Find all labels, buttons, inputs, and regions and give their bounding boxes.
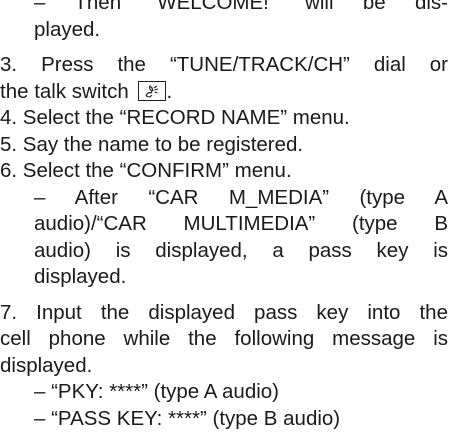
step-3-end: . [166,79,173,103]
message-type-b: – “PASS KEY: ****” (type B audio) [0,406,452,433]
step-6-note-line-4: displayed. [0,264,452,291]
step-6-note-line-3: audio) is displayed, a pass key is [0,238,452,265]
step-3-text-1: 3. Press the “TUNE/TRACK/CH” dial or [0,53,448,76]
step-7-line-2: cell phone while the following message i… [0,326,452,353]
welcome-note-line-1: – Then “WELCOME!” will be dis- [0,0,452,17]
step-6: 6. Select the “CONFIRM” menu. [0,158,452,185]
talk-switch-glyph [145,84,159,98]
step-6-text: 6. Select the “CONFIRM” menu. [0,159,292,182]
message-type-a-text: – “PKY: ****” (type A audio) [34,380,279,403]
step-7-text-3: displayed. [0,353,93,377]
step-6-note-line-2: audio)/“CAR MULTIMEDIA” (type B [0,211,452,238]
step-5: 5. Say the name to be registered. [0,132,452,159]
message-type-a: – “PKY: ****” (type A audio) [0,379,452,406]
welcome-note-text-2: played. [34,17,101,41]
manual-page: – Then “WELCOME!” will be dis- played. 3… [0,0,452,432]
step-7-text-1: 7. Input the displayed pass key into the [0,300,448,324]
step-7-line-1: 7. Input the displayed pass key into the [0,300,452,327]
step-4-text: 4. Select the “RECORD NAME” menu. [0,106,350,129]
step-5-text: 5. Say the name to be registered. [0,132,304,156]
step-3-line-1: 3. Press the “TUNE/TRACK/CH” dial or [0,52,452,79]
talk-switch-icon [138,80,167,101]
step-6-note-line-1: – After “CAR M_MEDIA” (type A [0,185,452,212]
step-4: 4. Select the “RECORD NAME” menu. [0,105,452,132]
message-type-b-text: – “PASS KEY: ****” (type B audio) [34,406,341,430]
welcome-note-text-1: – Then “WELCOME!” will be dis- [34,0,448,14]
step-6-note-text-1: – After “CAR M_MEDIA” (type A [34,185,448,209]
step-7-text-2: cell phone while the following message i… [0,327,448,350]
step-6-note-text-2: audio)/“CAR MULTIMEDIA” (type B [34,212,448,235]
welcome-note-line-2: played. [0,17,452,44]
step-6-note-text-4: displayed. [34,265,127,288]
step-7-line-3: displayed. [0,353,452,380]
step-6-note-text-3: audio) is displayed, a pass key is [34,238,448,262]
step-3-line-2: the talk switch . [0,79,452,106]
step-3-text-2: the talk switch [0,79,129,103]
